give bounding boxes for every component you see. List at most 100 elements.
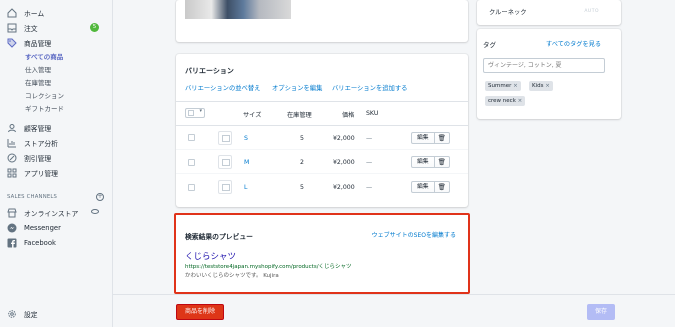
row-checkbox[interactable] [188, 134, 195, 141]
sales-channels-heading: SALES CHANNELS [7, 194, 58, 200]
sidebar-subitem-purchasing[interactable]: 仕入管理 [25, 65, 51, 75]
reorder-variants-link[interactable]: バリエーションの並べ替え [185, 83, 260, 92]
edit-seo-link[interactable]: ウェブサイトのSEOを編集する [372, 230, 456, 239]
sidebar-item-facebook[interactable]: Facebook [7, 237, 107, 249]
tag-icon [7, 38, 17, 48]
sidebar-item-customers[interactable]: 顧客管理 [7, 122, 107, 134]
close-icon[interactable]: × [513, 83, 518, 89]
seo-preview-title: 検索結果のプレビュー [185, 233, 253, 241]
row-checkbox[interactable] [188, 159, 195, 166]
edit-options-link[interactable]: オプションを編集 [272, 83, 322, 92]
col-price: 価格 [342, 112, 355, 119]
sidebar-item-label: 注文 [24, 25, 38, 33]
variant-stock: 2 [300, 159, 304, 166]
sidebar-item-discounts[interactable]: 割引管理 [7, 152, 107, 164]
variant-stock: 5 [300, 135, 304, 142]
edit-button[interactable]: 編集 [411, 156, 435, 168]
tag-input[interactable] [483, 58, 605, 73]
col-inventory: 在庫管理 [287, 112, 312, 119]
seo-preview-card: 検索結果のプレビュー ウェブサイトのSEOを編集する くじらシャツ https:… [174, 213, 470, 294]
sidebar: ホーム 注文 5 商品管理 すべての商品 仕入管理 在庫管理 コレクション ギフ… [0, 0, 113, 327]
sidebar-subitem-collections[interactable]: コレクション [25, 91, 64, 101]
variant-image-placeholder[interactable] [218, 180, 232, 194]
sidebar-item-label: 設定 [24, 311, 38, 319]
seo-preview-heading: くじらシャツ [185, 252, 237, 262]
variant-stock: 5 [300, 184, 304, 191]
row-actions: 編集 🗑 [411, 132, 450, 144]
sidebar-subitem-all-products[interactable]: すべての商品 [25, 52, 63, 62]
row-checkbox[interactable] [188, 184, 195, 191]
select-all-checkbox [188, 110, 194, 116]
sidebar-item-label: アプリ管理 [24, 170, 58, 178]
analytics-icon [7, 138, 17, 148]
add-variant-link[interactable]: バリエーションを追加する [332, 83, 407, 92]
sidebar-item-products[interactable]: 商品管理 [7, 37, 107, 49]
divider [176, 101, 468, 102]
save-button[interactable]: 保存 [587, 304, 615, 320]
sidebar-item-label: オンラインストア [24, 210, 79, 218]
select-all-dropdown[interactable]: ▾ [185, 108, 205, 118]
variant-size[interactable]: L [244, 184, 247, 191]
trash-icon[interactable]: 🗑 [434, 132, 450, 144]
discount-icon [7, 153, 17, 163]
facebook-icon [7, 238, 17, 248]
sidebar-item-label: 割引管理 [24, 155, 52, 163]
tag-chip: Summer × [485, 81, 521, 91]
variant-size[interactable]: M [244, 159, 249, 166]
sidebar-subitem-inventory[interactable]: 在庫管理 [25, 78, 51, 88]
store-icon [7, 208, 17, 218]
add-channel-icon[interactable]: + [96, 193, 104, 201]
apps-icon [7, 168, 17, 178]
sidebar-item-label: ホーム [24, 10, 45, 18]
tag-chip: crew neck × [485, 96, 526, 106]
edit-button[interactable]: 編集 [411, 132, 435, 144]
sidebar-subitem-gift-cards[interactable]: ギフトカード [25, 104, 64, 114]
sidebar-item-home[interactable]: ホーム [7, 7, 107, 19]
product-image[interactable] [185, 0, 291, 19]
auto-label: AUTO [584, 9, 599, 14]
customers-icon [7, 123, 17, 133]
variant-image-placeholder[interactable] [218, 155, 232, 169]
eye-icon[interactable] [91, 209, 99, 214]
variations-card: バリエーション バリエーションの並べ替え オプションを編集 バリエーションを追加… [176, 54, 468, 207]
sidebar-item-label: Facebook [24, 239, 56, 247]
tag-label: crew neck [488, 98, 516, 104]
sidebar-item-label: 商品管理 [24, 40, 52, 48]
row-actions: 編集 🗑 [411, 181, 450, 193]
orders-count-badge: 5 [90, 23, 99, 32]
divider [176, 125, 468, 126]
sidebar-item-orders[interactable]: 注文 5 [7, 22, 107, 34]
sidebar-item-label: Messenger [24, 224, 61, 232]
organization-card: クルーネック AUTO [477, 0, 621, 25]
sidebar-item-online-store[interactable]: オンラインストア [7, 207, 107, 219]
seo-preview-description: かわいいくじらのシャツです。 Kujira [185, 273, 279, 279]
home-icon [7, 8, 17, 18]
variant-sku: — [366, 184, 373, 191]
variant-image-placeholder[interactable] [218, 131, 232, 145]
gear-icon [7, 309, 17, 319]
variant-price: ¥2,000 [333, 159, 355, 166]
sidebar-item-apps[interactable]: アプリ管理 [7, 167, 107, 179]
divider [176, 149, 468, 150]
row-actions: 編集 🗑 [411, 156, 450, 168]
tags-card: タグ すべてのタグを見る Summer × Kids × crew neck × [477, 29, 621, 119]
tags-title: タグ [483, 41, 496, 49]
close-icon[interactable]: × [518, 98, 523, 104]
sidebar-item-messenger[interactable]: Messenger [7, 222, 107, 234]
trash-icon[interactable]: 🗑 [434, 156, 450, 168]
variant-size[interactable]: S [244, 135, 248, 142]
delete-product-button[interactable]: 商品を削除 [176, 304, 224, 320]
tag-chip: Kids × [529, 81, 553, 91]
sidebar-item-settings[interactable]: 設定 [7, 308, 107, 320]
messenger-icon [7, 223, 17, 233]
view-all-tags-link[interactable]: すべてのタグを見る [546, 39, 601, 48]
trash-icon[interactable]: 🗑 [434, 181, 450, 193]
variations-title: バリエーション [185, 67, 234, 75]
sidebar-item-analytics[interactable]: ストア分析 [7, 137, 107, 149]
chevron-down-icon: ▾ [199, 108, 202, 114]
close-icon[interactable]: × [545, 83, 550, 89]
edit-button[interactable]: 編集 [411, 181, 435, 193]
tag-label: Kids [532, 83, 544, 89]
col-size: サイズ [243, 112, 262, 119]
footer-divider [113, 294, 675, 295]
